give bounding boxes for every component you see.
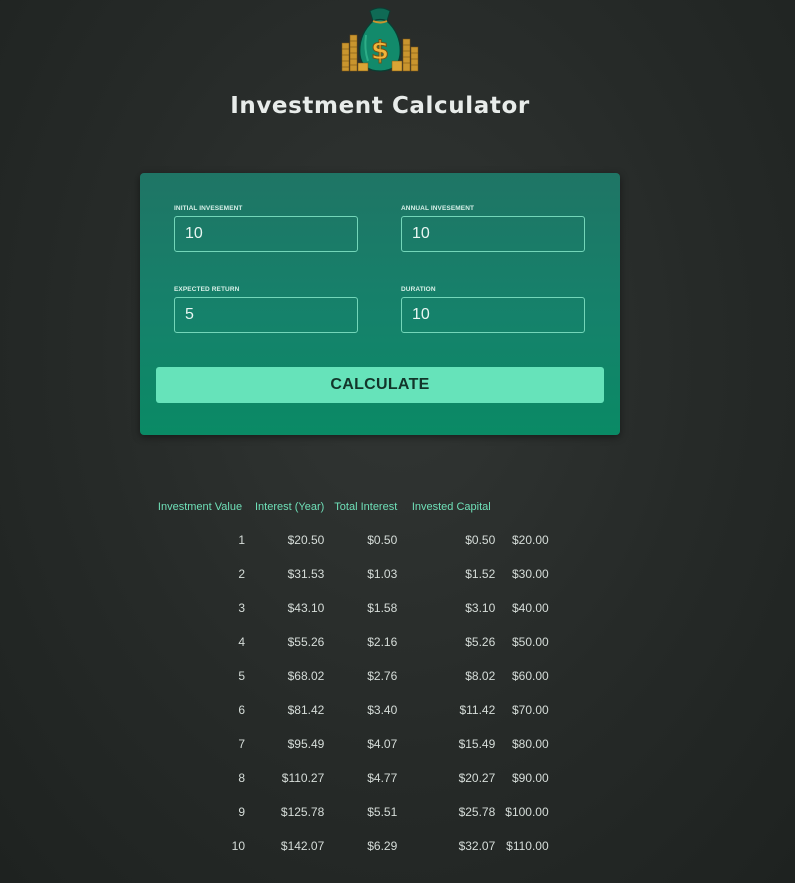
expected-return-input[interactable] — [174, 297, 358, 333]
table-cell: 2 — [238, 567, 245, 581]
table-cell: $20.00 — [511, 533, 549, 547]
table-row: 5 $68.02 $2.76 $8.02 $60.00 — [150, 659, 554, 693]
table-cell: $11.42 — [459, 703, 496, 717]
table-cell: $31.53 — [287, 567, 325, 581]
table-cell: $80.00 — [511, 737, 549, 751]
table-row: 4 $55.26 $2.16 $5.26 $50.00 — [150, 625, 554, 659]
table-cell: $50.00 — [511, 635, 549, 649]
initial-investment-label: Initial Invesement — [174, 205, 243, 212]
table-cell: $1.52 — [465, 567, 496, 581]
table-cell: $60.00 — [511, 669, 549, 683]
table-cell: 5 — [238, 669, 245, 683]
column-header-extra — [500, 491, 553, 523]
table-row: 6 $81.42 $3.40 $11.42 $70.00 — [150, 693, 554, 727]
svg-text:$: $ — [371, 36, 389, 66]
money-bag-icon: $ — [341, 7, 419, 72]
table-cell: $5.51 — [367, 805, 398, 819]
table-cell: $5.26 — [465, 635, 496, 649]
expected-return-field: Expected Return — [174, 285, 358, 333]
column-header-investment-value: Investment Value — [157, 501, 243, 513]
table-cell: 8 — [238, 771, 245, 785]
table-cell: $2.76 — [367, 669, 398, 683]
initial-investment-field: Initial Invesement — [174, 204, 358, 252]
table-cell: $55.26 — [287, 635, 325, 649]
table-cell: $3.40 — [367, 703, 398, 717]
table-cell: $142.07 — [280, 839, 325, 853]
annual-investment-field: Annual Invesement — [401, 204, 585, 252]
column-header-total-interest: Total Interest — [334, 501, 398, 513]
table-cell: $125.78 — [280, 805, 325, 819]
table-cell: $2.16 — [367, 635, 398, 649]
table-cell: 3 — [238, 601, 245, 615]
table-cell: $20.27 — [458, 771, 496, 785]
table-cell: $110.00 — [506, 839, 549, 853]
duration-field: Duration — [401, 285, 585, 333]
table-row: 3 $43.10 $1.58 $3.10 $40.00 — [150, 591, 554, 625]
table-row: 1 $20.50 $0.50 $0.50 $20.00 — [150, 523, 554, 557]
annual-investment-label: Annual Invesement — [401, 205, 475, 212]
table-cell: $4.77 — [367, 771, 398, 785]
duration-label: Duration — [401, 286, 436, 293]
table-cell: 1 — [238, 533, 245, 547]
table-cell: $1.03 — [367, 567, 398, 581]
table-cell: $0.50 — [465, 533, 496, 547]
table-cell: 4 — [238, 635, 245, 649]
table-cell: $3.10 — [465, 601, 496, 615]
table-row: 7 $95.49 $4.07 $15.49 $80.00 — [150, 727, 554, 761]
table-cell: $6.29 — [367, 839, 398, 853]
table-cell: $4.07 — [367, 737, 398, 751]
table-cell: $70.00 — [511, 703, 549, 717]
table-row: 2 $31.53 $1.03 $1.52 $30.00 — [150, 557, 554, 591]
table-row: 8 $110.27 $4.77 $20.27 $90.00 — [150, 761, 554, 795]
table-cell: $8.02 — [465, 669, 496, 683]
results-table: Investment Value Interest (Year) Total I… — [150, 491, 554, 863]
page-title: Investment Calculator — [230, 93, 530, 119]
table-cell: $15.49 — [458, 737, 496, 751]
table-cell: 9 — [238, 805, 245, 819]
table-cell: $32.07 — [458, 839, 496, 853]
column-header-invested-capital: Invested Capital — [411, 501, 491, 513]
table-cell: 6 — [238, 703, 245, 717]
table-cell: $110.27 — [281, 771, 325, 785]
table-cell: $1.58 — [367, 601, 398, 615]
table-cell: $43.10 — [287, 601, 325, 615]
annual-investment-input[interactable] — [401, 216, 585, 252]
table-cell: $100.00 — [505, 805, 549, 819]
table-cell: $40.00 — [511, 601, 549, 615]
table-cell: $90.00 — [511, 771, 549, 785]
table-cell: $0.50 — [367, 533, 398, 547]
results-header-row: Investment Value Interest (Year) Total I… — [150, 491, 554, 523]
table-cell: 10 — [231, 839, 245, 853]
calculate-button[interactable]: CALCULATE — [156, 367, 604, 403]
table-cell: $81.42 — [287, 703, 325, 717]
duration-input[interactable] — [401, 297, 585, 333]
table-cell: $25.78 — [458, 805, 496, 819]
table-cell: $20.50 — [287, 533, 325, 547]
table-cell: 7 — [238, 737, 245, 751]
table-cell: $30.00 — [511, 567, 549, 581]
calculator-form: Initial Invesement Annual Invesement Exp… — [140, 173, 620, 435]
table-row: 9 $125.78 $5.51 $25.78 $100.00 — [150, 795, 554, 829]
expected-return-label: Expected Return — [174, 286, 240, 293]
table-cell: $68.02 — [287, 669, 325, 683]
column-header-interest-year: Interest (Year) — [255, 501, 325, 513]
initial-investment-input[interactable] — [174, 216, 358, 252]
table-row: 10 $142.07 $6.29 $32.07 $110.00 — [150, 829, 554, 863]
table-cell: $95.49 — [287, 737, 325, 751]
